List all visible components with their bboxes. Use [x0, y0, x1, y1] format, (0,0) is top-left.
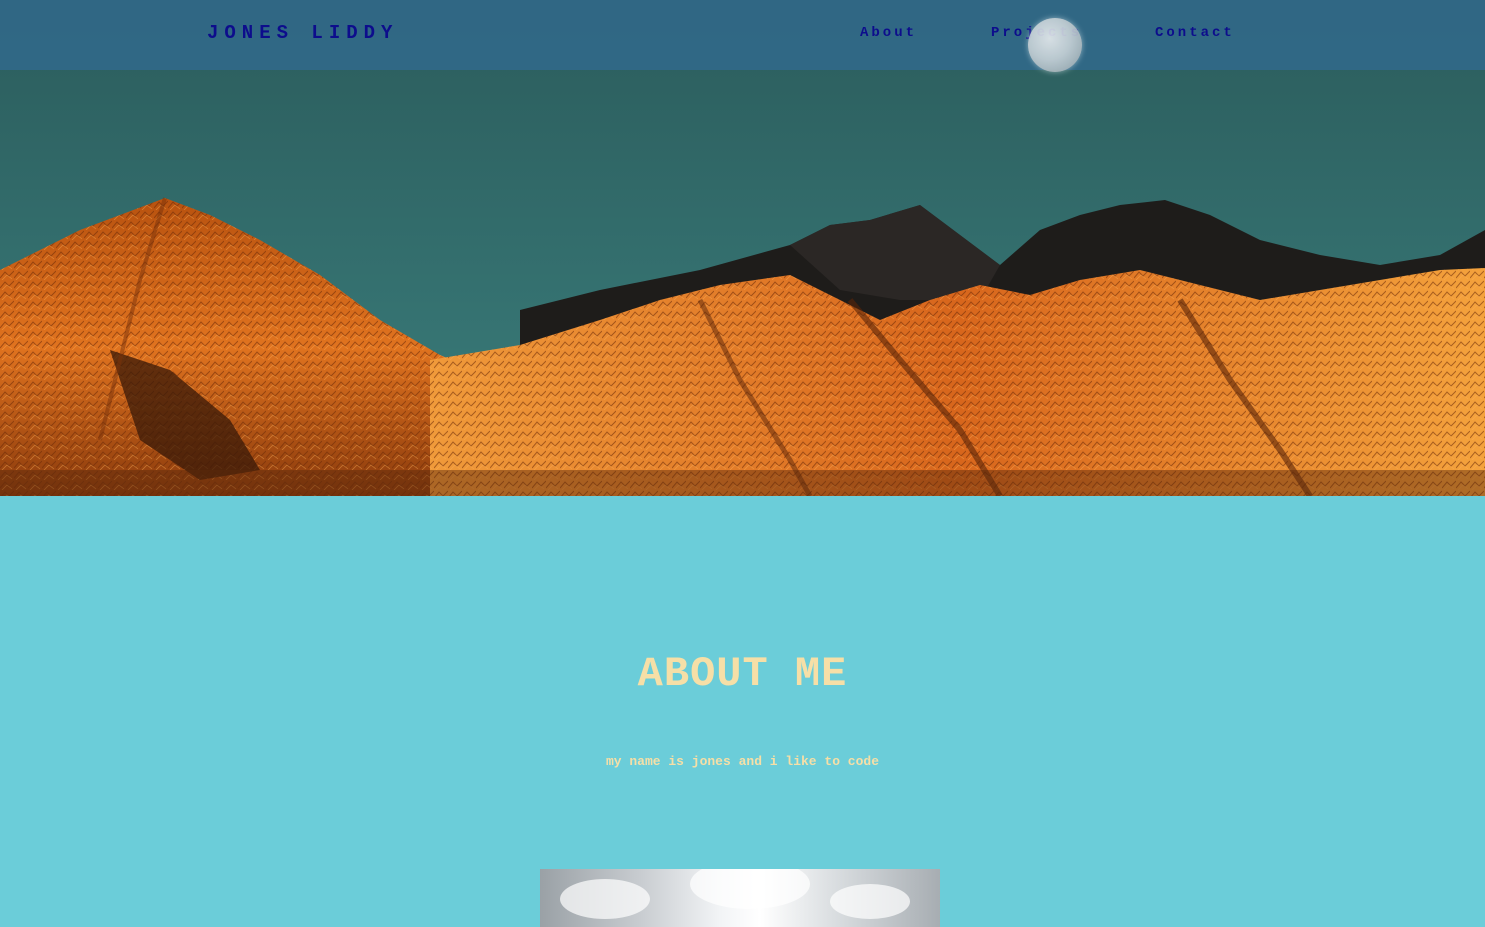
profile-photo-clouds [540, 869, 940, 927]
about-description: my name is jones and i like to code [605, 754, 880, 769]
cloud-shape [690, 869, 810, 909]
site-brand[interactable]: JONES LIDDY [207, 22, 398, 44]
cloud-shape [830, 884, 910, 919]
about-heading: ABOUT ME [637, 650, 848, 698]
about-section: ABOUT ME my name is jones and i like to … [0, 496, 1485, 927]
hero-banner [0, 0, 1485, 496]
mountain-landscape-image [0, 0, 1485, 496]
nav-link-contact[interactable]: Contact [1155, 25, 1235, 41]
moon-icon [1028, 18, 1082, 72]
top-navbar: JONES LIDDY About Projects Contact [0, 0, 1485, 70]
cloud-shape [560, 879, 650, 919]
nav-link-about[interactable]: About [860, 25, 917, 41]
